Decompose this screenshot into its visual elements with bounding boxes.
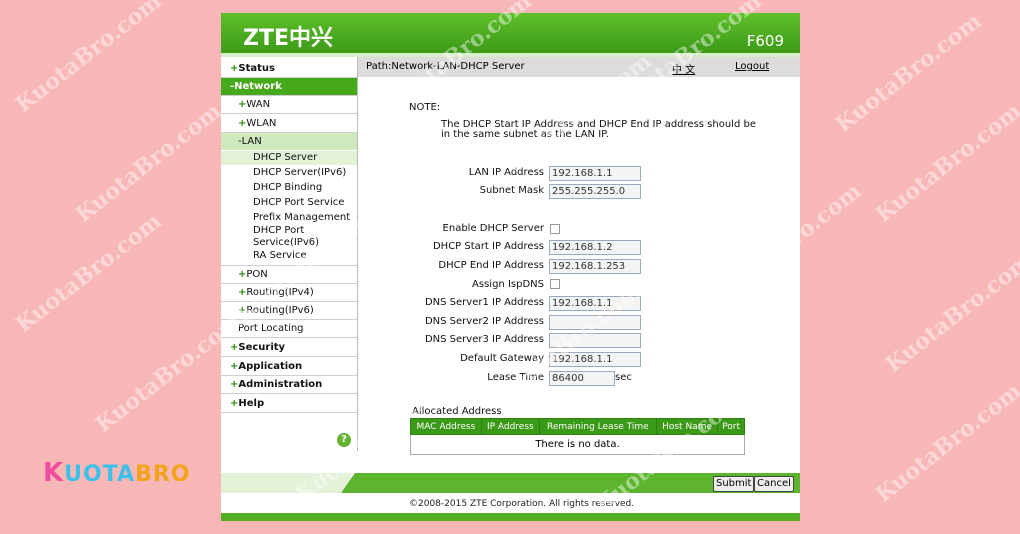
- gateway-label: Default Gateway: [460, 353, 544, 364]
- path-bar: Path:Network-LAN-DHCP Server 中 文 Logout: [358, 57, 800, 77]
- cancel-button[interactable]: Cancel: [754, 476, 794, 492]
- sidebar-item-routing-ipv6[interactable]: +Routing(IPv6): [221, 302, 357, 320]
- sidebar-item-port-locating[interactable]: Port Locating: [221, 320, 357, 338]
- sidebar-item-lan[interactable]: -LAN: [221, 133, 357, 150]
- sidebar: +Status -Network +WAN +WLAN -LAN DHCP Se…: [221, 57, 358, 451]
- note-title: NOTE:: [409, 102, 441, 113]
- sidebar-item-application[interactable]: +Application: [221, 358, 357, 376]
- zte-logo: ZTE中兴: [243, 26, 333, 51]
- watermark: KuotaBro.com: [870, 378, 1020, 508]
- allocated-table: MAC Address IP Address Remaining Lease T…: [410, 418, 745, 455]
- dns2-field[interactable]: [549, 315, 641, 330]
- watermark: KuotaBro.com: [830, 8, 987, 138]
- breadcrumb: Path:Network-LAN-DHCP Server: [366, 61, 525, 72]
- kuotabro-logo: KUOTABRO: [43, 458, 191, 488]
- allocated-title: Allocated Address: [412, 406, 502, 417]
- dns2-label: DNS Server2 IP Address: [424, 316, 544, 327]
- col-port: Port: [717, 418, 745, 435]
- sidebar-item-prefix-management[interactable]: Prefix Management: [221, 211, 357, 224]
- router-window: ZTE中兴 F609 +Status -Network +WAN +WLAN -…: [221, 13, 800, 521]
- dns3-label: DNS Server3 IP Address: [424, 334, 544, 345]
- sidebar-item-status[interactable]: +Status: [221, 60, 357, 78]
- watermark: KuotaBro.com: [70, 98, 227, 228]
- help-icon[interactable]: ?: [337, 433, 351, 447]
- model-label: F609: [746, 32, 784, 50]
- table-row: There is no data.: [410, 434, 745, 455]
- logout-link[interactable]: Logout: [735, 61, 769, 72]
- sidebar-item-dhcp-port-service[interactable]: DHCP Port Service: [221, 196, 357, 209]
- col-lease: Remaining Lease Time: [538, 418, 657, 435]
- sidebar-item-security[interactable]: +Security: [221, 339, 357, 357]
- sidebar-item-dhcp-server[interactable]: DHCP Server: [221, 151, 357, 165]
- lease-time-label: Lease Time: [487, 372, 544, 383]
- gateway-field[interactable]: 192.168.1.1: [549, 352, 641, 367]
- lan-ip-field[interactable]: 192.168.1.1: [549, 166, 641, 181]
- watermark: KuotaBro.com: [10, 208, 167, 338]
- empty-message: There is no data.: [410, 434, 745, 455]
- watermark: KuotaBro.com: [10, 0, 167, 118]
- dhcp-end-field[interactable]: 192.168.1.253: [549, 259, 641, 274]
- dhcp-start-field[interactable]: 192.168.1.2: [549, 240, 641, 255]
- copyright: ©2008-2015 ZTE Corporation. All rights r…: [409, 499, 635, 509]
- watermark: KuotaBro.com: [870, 98, 1020, 228]
- lan-ip-label: LAN IP Address: [468, 167, 544, 178]
- lease-time-field[interactable]: 86400: [549, 371, 615, 386]
- sidebar-item-wlan[interactable]: +WLAN: [221, 115, 357, 133]
- sidebar-item-dhcp-binding[interactable]: DHCP Binding: [221, 181, 357, 194]
- sidebar-item-administration[interactable]: +Administration: [221, 376, 357, 394]
- submit-button[interactable]: Submit: [713, 476, 755, 492]
- sidebar-item-ra-service[interactable]: RA Service: [221, 249, 357, 266]
- assign-ispdns-label: Assign IspDNS: [472, 279, 544, 290]
- sidebar-item-routing-ipv4[interactable]: +Routing(IPv4): [221, 284, 357, 302]
- sidebar-item-dhcp-server-ipv6[interactable]: DHCP Server(IPv6): [221, 166, 357, 179]
- bottom-bar: [221, 513, 800, 521]
- sidebar-item-network[interactable]: -Network: [221, 78, 357, 96]
- subnet-mask-label: Subnet Mask: [479, 185, 544, 196]
- assign-ispdns-checkbox[interactable]: [550, 279, 560, 289]
- col-mac: MAC Address: [410, 418, 482, 435]
- enable-dhcp-checkbox[interactable]: [550, 224, 560, 234]
- dns1-label: DNS Server1 IP Address: [424, 297, 544, 308]
- watermark: KuotaBro.com: [880, 248, 1020, 378]
- dhcp-start-label: DHCP Start IP Address: [432, 241, 544, 252]
- subnet-mask-field[interactable]: 255.255.255.0: [549, 184, 641, 199]
- language-link[interactable]: 中 文: [672, 61, 695, 76]
- sidebar-item-dhcp-port-service-ipv6-line2[interactable]: Service(IPv6): [221, 236, 357, 249]
- sidebar-item-help[interactable]: +Help: [221, 395, 357, 413]
- col-ip: IP Address: [480, 418, 540, 435]
- col-host: Host Name: [655, 418, 719, 435]
- dhcp-end-label: DHCP End IP Address: [438, 260, 544, 271]
- lease-unit: sec: [615, 372, 632, 383]
- dns3-field[interactable]: [549, 333, 641, 348]
- table-header-row: MAC Address IP Address Remaining Lease T…: [410, 418, 745, 435]
- sidebar-item-pon[interactable]: +PON: [221, 266, 357, 284]
- sidebar-item-wan[interactable]: +WAN: [221, 96, 357, 114]
- dns1-field[interactable]: 192.168.1.1: [549, 296, 641, 311]
- header-bar: ZTE中兴 F609: [221, 13, 800, 53]
- footer-light-band: [221, 473, 351, 493]
- note-line-2: in the same subnet as the LAN IP.: [441, 129, 609, 140]
- enable-dhcp-label: Enable DHCP Server: [442, 223, 544, 234]
